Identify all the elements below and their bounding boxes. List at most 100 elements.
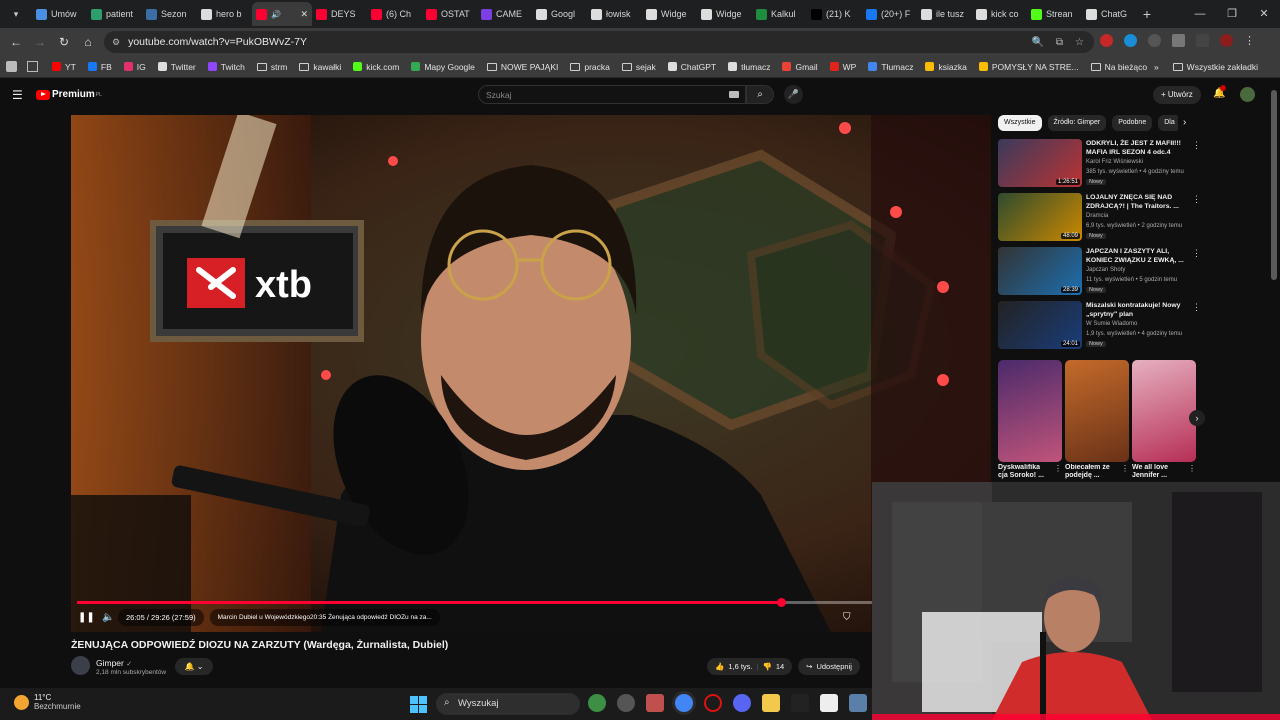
recommendation-channel[interactable]: Karol Friz Wiśniewski [1086,159,1143,165]
more-options-icon[interactable]: ⋮ [1121,464,1129,473]
tab-6[interactable]: (6) Ch [367,2,422,26]
filter-chip[interactable]: Źródło: Gimper [1047,115,1107,131]
progress-bar[interactable] [77,598,872,607]
thumbs-down-icon[interactable]: 👎 [762,658,771,675]
extension-icon[interactable] [1148,34,1161,47]
video-thumbnail[interactable]: 24:01 [998,301,1082,349]
chevron-right-icon[interactable]: › [1183,117,1186,128]
bookmark-item[interactable]: WP [829,62,856,72]
filter-chip[interactable]: Wszystkie [998,115,1042,131]
recommendation-title[interactable]: LOJALNY ZNĘCA SIĘ NAD ZDRAJCĄ?! | The Tr… [1086,194,1186,211]
tab-0[interactable]: Umów [32,2,87,26]
short-thumbnail[interactable] [1065,360,1129,462]
keyboard-icon[interactable] [729,91,739,98]
file-explorer-icon[interactable] [762,694,780,712]
tab-17[interactable]: kick co [972,2,1027,26]
game-app-icon[interactable] [646,694,664,712]
windows-start-icon[interactable] [410,696,427,713]
apps-grid-icon[interactable] [27,61,38,72]
search-input[interactable]: Szukaj [478,85,746,104]
page-scrollbar[interactable] [1271,90,1277,280]
recommendation-title[interactable]: Miszalski kontratakuje! Nowy „sprytny" p… [1086,302,1186,319]
recommendation-title[interactable]: JAPCZAN I ZASZYTY ALI, KONIEC ZWIĄZKU Z … [1086,248,1186,265]
tab-search-icon[interactable]: ▾ [4,4,28,24]
more-options-icon[interactable]: ⋮ [1192,194,1201,205]
profile-icon[interactable] [1220,34,1233,47]
bookmark-item[interactable]: pracka [570,62,610,72]
tab-13[interactable]: Kalkul [752,2,807,26]
recommendation-item[interactable]: 28:39 JAPCZAN I ZASZYTY ALI, KONIEC ZWIĄZ… [998,247,1201,297]
tab-8[interactable]: CAME [477,2,532,26]
bookmark-item[interactable]: Tłumacz [868,62,913,72]
more-bookmarks-icon[interactable]: » [1154,62,1159,72]
more-options-icon[interactable]: ⋮ [1192,302,1201,313]
video-player[interactable]: xtb [71,115,991,632]
more-options-icon[interactable]: ⋮ [1054,464,1062,473]
pause-icon[interactable]: ❚❚ [78,612,95,623]
bookmark-item[interactable]: kawałki [299,62,341,72]
volume-icon[interactable]: 🔈 [94,612,118,623]
app-icon[interactable] [791,694,809,712]
tab-16[interactable]: ile tusz [917,2,972,26]
channel-name[interactable]: Gimper ✓ [96,658,132,668]
sponsor-shield-icon[interactable]: ⛉ [843,612,851,623]
close-icon[interactable]: ✕ [1248,0,1280,28]
tab-3[interactable]: hero b [197,2,252,26]
opera-icon[interactable] [704,694,722,712]
avatar[interactable] [1240,87,1255,102]
record-extension-icon[interactable] [1100,34,1113,47]
tab-9[interactable]: Googl [532,2,587,26]
tab-19[interactable]: ChatG [1082,2,1137,26]
bookmark-item[interactable]: strm [256,62,287,72]
short-thumbnail[interactable] [998,360,1062,462]
filter-chip[interactable]: Podobne [1112,115,1153,131]
all-bookmarks[interactable]: Wszystkie zakładki [1172,62,1258,72]
address-bar[interactable]: ⚙ youtube.com/watch?v=PukOBWvZ-7Y 🔍 ⧉ ☆ [104,31,1094,53]
shorts-next-icon[interactable]: › [1189,410,1205,426]
calculator-icon[interactable] [849,694,867,712]
bookmark-item[interactable]: tłumacz [728,62,770,72]
like-button[interactable]: 👍 1,6 tys. | 👎 14 [707,658,793,675]
speaker-icon[interactable]: 🔊 [271,10,281,19]
share-button[interactable]: ↪ Udostępnij [798,658,860,675]
translate-extension-icon[interactable] [1124,34,1137,47]
tab-5[interactable]: DEYS [312,2,367,26]
maximize-icon[interactable]: ❐ [1216,0,1248,28]
browser-app-icon[interactable] [588,694,606,712]
weather-widget[interactable]: 11°C Bezchmurnie [14,693,81,711]
bookmark-item[interactable]: POMYSŁY NA STRE... [978,62,1079,72]
bookmark-item[interactable]: Twitter [157,62,196,72]
short-title[interactable]: Obiecałem że podejdę ... [1065,464,1117,481]
search-button[interactable]: ⌕ [746,85,774,104]
site-info-icon[interactable]: ⚙ [112,37,120,48]
back-icon[interactable]: ← [4,35,28,49]
minimize-icon[interactable]: — [1184,0,1216,28]
bookmark-item[interactable]: Mapy Google [411,62,475,72]
recommendation-channel[interactable]: W Sumie Wiadomo [1086,321,1137,327]
tab-4[interactable]: 🔊 ✕ [252,2,312,26]
tab-7[interactable]: OSTAT [422,2,477,26]
recommendation-channel[interactable]: Dramcia [1086,213,1108,219]
subscribed-bell-button[interactable]: 🔔 ⌄ [175,658,213,675]
sidebar-toggle-icon[interactable] [6,61,17,72]
zoom-icon[interactable]: 🔍 [1031,37,1043,48]
tab-10[interactable]: łowisk [587,2,642,26]
guide-menu-icon[interactable]: ☰ [12,88,23,102]
chrome-icon[interactable] [675,694,693,712]
media-icon[interactable] [1196,34,1209,47]
clock-app-icon[interactable] [617,694,635,712]
more-options-icon[interactable]: ⋮ [1188,464,1196,473]
recommendation-item[interactable]: 48:09 LOJALNY ZNĘCA SIĘ NAD ZDRAJCĄ?! | T… [998,193,1201,243]
notifications-icon[interactable]: 🔔 [1213,85,1226,99]
bookmark-item[interactable]: FB [87,62,112,72]
bookmark-item[interactable]: Na bieżąco [1090,62,1147,72]
recommendation-item[interactable]: 24:01 Miszalski kontratakuje! Nowy „spryt… [998,301,1201,351]
tab-1[interactable]: patient [87,2,142,26]
short-title[interactable]: Dyskwalifika cja Soroko! ... [998,464,1050,481]
reload-icon[interactable]: ↻ [52,35,76,49]
home-icon[interactable]: ⌂ [76,35,100,49]
bookmark-item[interactable]: YT [52,62,76,72]
bookmark-item[interactable]: kick.com [353,62,399,72]
youtube-logo[interactable]: Premium PL [36,89,102,100]
bookmark-item[interactable]: Gmail [782,62,818,72]
